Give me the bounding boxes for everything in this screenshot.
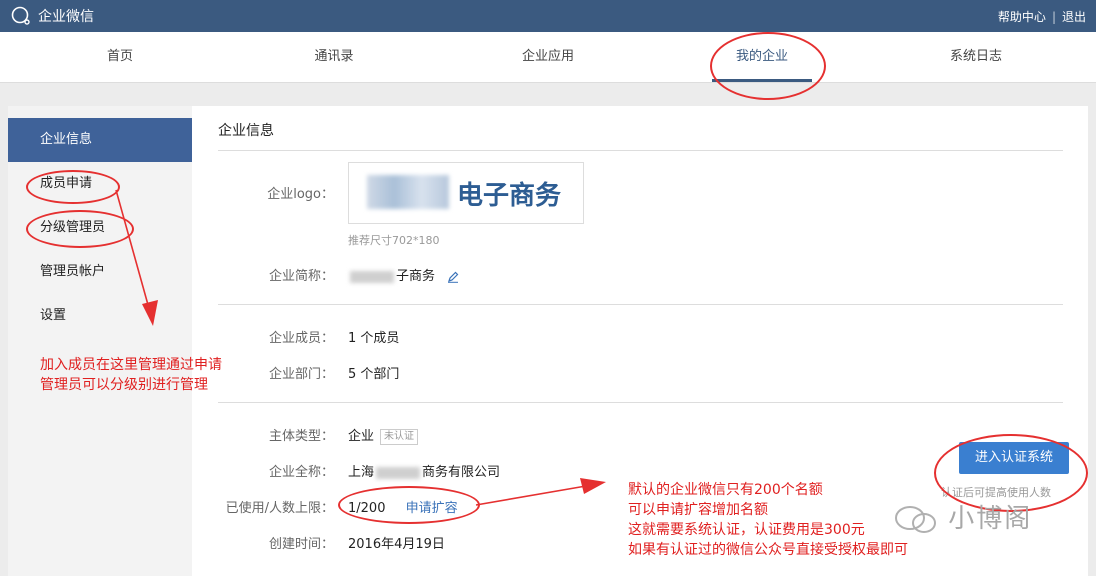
annotation-left: 加入成员在这里管理通过申请 管理员可以分级别进行管理 (40, 355, 222, 395)
annotation-right-line: 默认的企业微信只有200个名额 (628, 482, 823, 498)
annotation-right: 默认的企业微信只有200个名额 可以申请扩容增加名额 这就需要系统认证，认证费用… (628, 480, 908, 560)
annotation-left-line: 加入成员在这里管理通过申请 (40, 357, 222, 373)
annotation-right-line: 可以申请扩容增加名额 (628, 502, 768, 518)
arrow-head-left (142, 300, 158, 326)
wechat-watermark-icon (895, 505, 936, 533)
annotation-left-line: 管理员可以分级别进行管理 (40, 377, 208, 393)
arrow-line-left (115, 189, 151, 313)
annotation-right-line: 如果有认证过的微信公众号直接受授权最即可 (628, 542, 908, 558)
watermark: 小博阁 (894, 498, 1032, 535)
annotation-right-line: 这就需要系统认证，认证费用是300元 (628, 522, 865, 538)
watermark-text: 小博阁 (948, 504, 1033, 534)
arrow-line-right (475, 485, 587, 506)
arrow-head-right (580, 478, 606, 494)
annotation-arrows (115, 189, 606, 506)
